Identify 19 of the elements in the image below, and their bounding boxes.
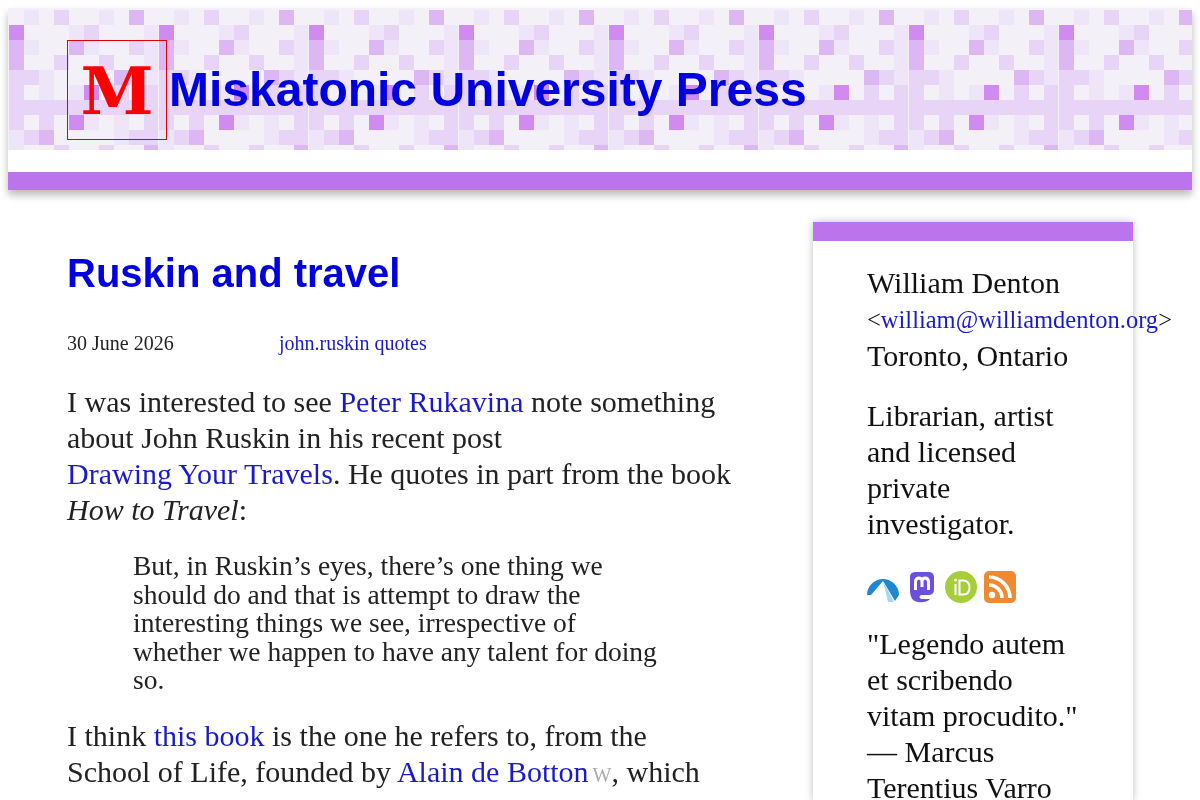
post-title: Ruskin and travel bbox=[67, 251, 402, 295]
link[interactable]: this book bbox=[153, 718, 265, 752]
tag-link[interactable]: john.ruskin bbox=[279, 331, 370, 355]
feed-icon[interactable] bbox=[984, 571, 1016, 603]
author-bio: Librarian, artist and licensed private investigator. bbox=[867, 398, 1055, 542]
block-quote: But, in Ruskin’s eyes, there’s one thing we should do and that is attempt to draw the interesting things we see, irrespective of whether we happen to have any talent for doing so. bbox=[133, 552, 658, 695]
tag-link[interactable]: quotes bbox=[374, 331, 427, 355]
link[interactable]: Drawing Your Travels bbox=[67, 457, 333, 490]
author-name: William Denton bbox=[867, 265, 1060, 301]
author-location: Toronto, Ontario bbox=[867, 338, 1069, 374]
sidebar-quote: "Legendo autem et scribendo vitam procudito." — Marcus Terentius Varro bbox=[867, 626, 1079, 800]
paragraph: I think this book is the one he refers to, from the School of Life, founded by Alain de BottonW, which bbox=[67, 717, 701, 790]
post-date: 30 June 2026 bbox=[67, 331, 175, 355]
site-title-link[interactable]: Miskatonic University Press bbox=[169, 66, 807, 114]
email-line: <william@williamdenton.org> bbox=[867, 305, 1172, 335]
paragraph: I was interested to see Peter Rukavina note something about John Ruskin in his recent post Drawing Your Travels. He quotes in part from the book How to Travel: bbox=[67, 384, 733, 528]
email-link[interactable]: william@williamdenton.org bbox=[880, 306, 1159, 333]
link[interactable]: Alain de Botton bbox=[396, 754, 589, 788]
link[interactable]: Peter Rukavina bbox=[339, 385, 524, 418]
